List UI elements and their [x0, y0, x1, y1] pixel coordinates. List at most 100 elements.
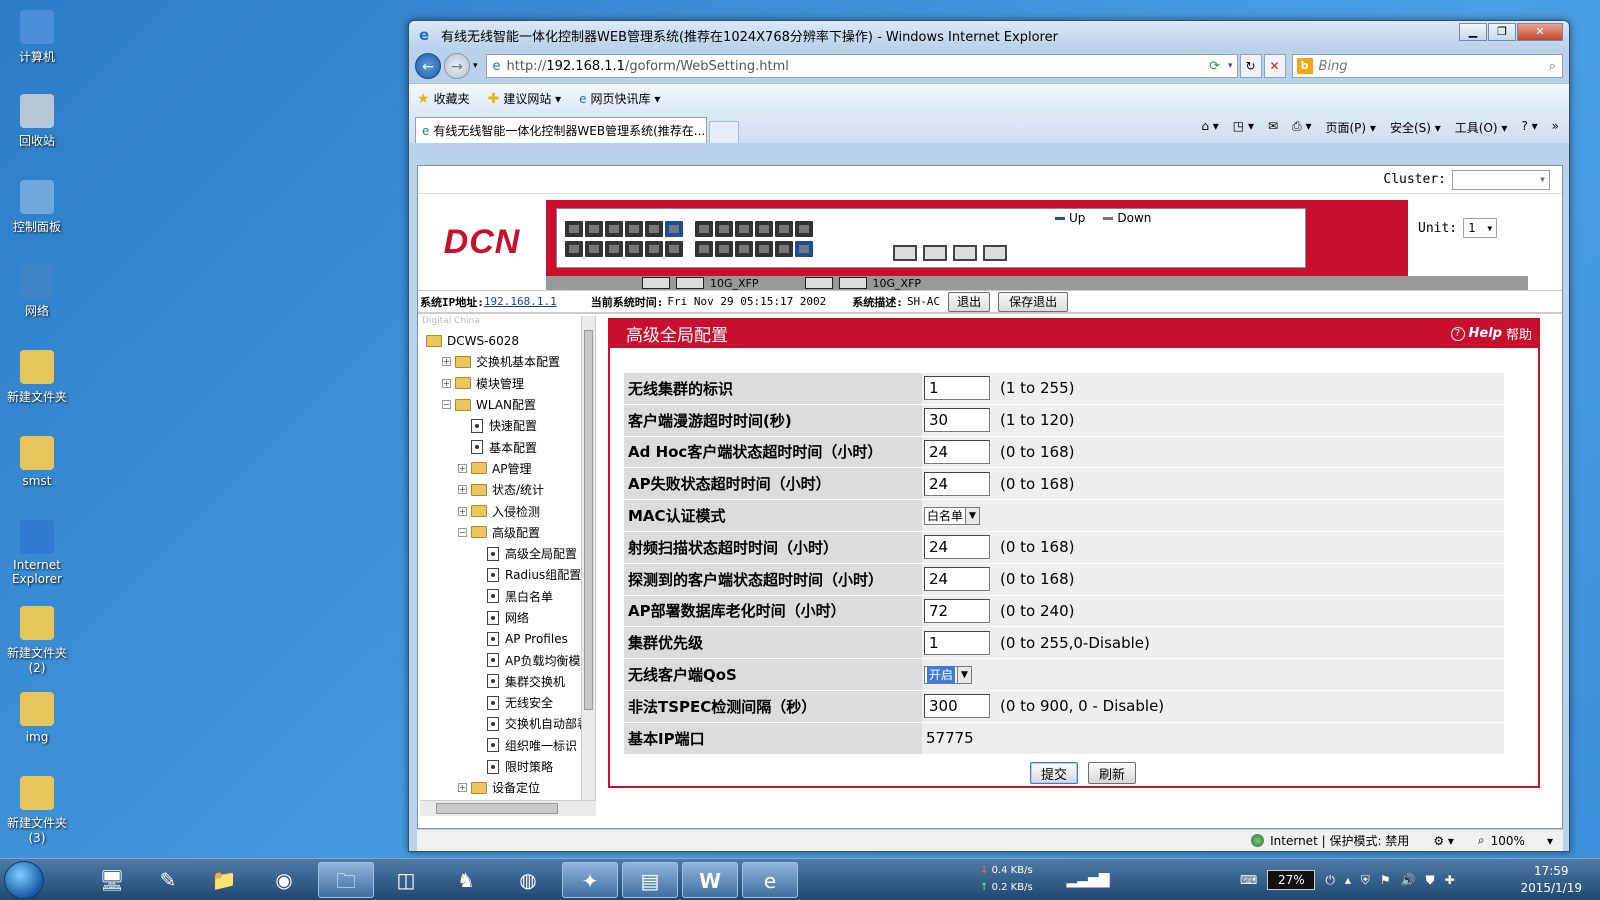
power-icon[interactable]: ⏻: [1325, 873, 1335, 888]
sfp-port[interactable]: [893, 245, 917, 261]
nav-item[interactable]: + 交换机基本配置: [420, 351, 595, 372]
minimize-button[interactable]: ▁: [1459, 23, 1487, 41]
expand-icon[interactable]: +: [458, 463, 467, 473]
feeds-icon[interactable]: ◳ ▾: [1233, 119, 1254, 136]
field-input[interactable]: 24: [924, 439, 990, 464]
expand-icon[interactable]: +: [442, 378, 451, 388]
switch-port[interactable]: [645, 221, 663, 237]
switch-port[interactable]: [645, 241, 663, 257]
switch-port[interactable]: [735, 241, 753, 257]
keyboard-icon[interactable]: ⌨: [1240, 873, 1257, 887]
battery-indicator[interactable]: 27%: [1267, 870, 1316, 890]
page-menu[interactable]: 页面(P) ▾: [1326, 119, 1376, 136]
taskbar-app-explorer[interactable]: 🗀: [318, 862, 374, 898]
collapse-icon[interactable]: −: [458, 527, 467, 537]
nav-item[interactable]: − 高级配置: [420, 522, 595, 543]
nav-item[interactable]: + 设备定位: [420, 777, 595, 798]
nav-item[interactable]: 限时策略: [420, 756, 595, 777]
sfp-port[interactable]: [953, 245, 977, 261]
submit-button[interactable]: 提交: [1030, 762, 1079, 784]
switch-port[interactable]: [605, 221, 623, 237]
close-button[interactable]: ✕: [1517, 23, 1563, 41]
taskbar-app-media[interactable]: ◉: [256, 862, 312, 898]
field-input[interactable]: 24: [924, 567, 990, 592]
nav-item[interactable]: + 入侵检测: [420, 500, 595, 521]
desktop-icon[interactable]: 计算机: [4, 10, 70, 65]
switch-port[interactable]: [715, 241, 733, 257]
nav-item[interactable]: − WLAN配置: [420, 394, 595, 415]
search-icon[interactable]: ⌕: [1549, 59, 1556, 74]
nav-item[interactable]: 网络: [420, 607, 595, 628]
taskbar-app-ie[interactable]: e: [742, 862, 798, 898]
switch-port[interactable]: [665, 221, 683, 237]
taskbar-app-qq[interactable]: ♞: [438, 862, 494, 898]
switch-port[interactable]: [565, 241, 583, 257]
tray-expand-icon[interactable]: ▴: [1345, 873, 1351, 887]
nav-item[interactable]: Radius组配置: [420, 564, 595, 585]
switch-port[interactable]: [755, 241, 773, 257]
suggested-sites[interactable]: ✚ 建议网站 ▾: [488, 90, 562, 107]
switch-port[interactable]: [585, 221, 603, 237]
forward-button[interactable]: →: [444, 53, 470, 79]
expand-icon[interactable]: +: [442, 357, 451, 367]
expand-icon[interactable]: +: [458, 506, 467, 516]
protected-icon[interactable]: ⚙ ▾: [1433, 834, 1454, 848]
taskbar-app-chrome[interactable]: ◍: [500, 862, 556, 898]
address-bar[interactable]: e http://192.168.1.1/goform/WebSetting.h…: [485, 54, 1238, 78]
overflow-icon[interactable]: »: [1552, 119, 1559, 136]
taskbar-app-window[interactable]: ▤: [622, 862, 678, 898]
desktop-icon[interactable]: 新建文件夹: [4, 350, 70, 405]
flag-icon[interactable]: ⚑: [1380, 873, 1391, 887]
xfp-port[interactable]: [838, 277, 867, 289]
switch-port[interactable]: [605, 241, 623, 257]
nav-item[interactable]: 组织唯一标识: [420, 735, 595, 756]
xfp-port[interactable]: [642, 277, 670, 289]
switch-port[interactable]: [795, 241, 813, 257]
switch-port[interactable]: [625, 221, 643, 237]
save-logout-button[interactable]: 保存退出: [998, 291, 1069, 312]
compat-icon[interactable]: ⟳: [1209, 59, 1220, 74]
desktop-icon[interactable]: 新建文件夹 (2): [4, 606, 70, 675]
switch-port[interactable]: [795, 221, 813, 237]
desktop-icon[interactable]: 回收站: [4, 94, 70, 149]
nav-item[interactable]: + AP管理: [420, 458, 595, 479]
switch-port[interactable]: [775, 241, 793, 257]
nav-item[interactable]: 快速配置: [420, 415, 595, 436]
nav-item[interactable]: 黑白名单: [420, 586, 595, 607]
scroll-thumb[interactable]: [584, 330, 593, 710]
taskbar-app-tool[interactable]: ✎: [140, 862, 196, 898]
refresh-button[interactable]: 刷新: [1088, 762, 1137, 784]
taskbar-app-dragonfly[interactable]: ✦: [562, 862, 618, 898]
favorites-button[interactable]: ★ 收藏夹: [417, 90, 470, 107]
desktop-icon[interactable]: 网络: [4, 264, 70, 319]
volume-icon[interactable]: 🔊: [1401, 873, 1416, 887]
ip-link[interactable]: 192.168.1.1: [484, 295, 557, 308]
clock[interactable]: 17:59 2015/1/19: [1520, 863, 1582, 897]
stop-icon[interactable]: ✕: [1263, 54, 1286, 78]
cluster-select[interactable]: ▼: [1452, 169, 1550, 190]
field-select[interactable]: 开启 ▼: [924, 665, 973, 684]
desktop-icon[interactable]: 新建文件夹 (3): [4, 776, 70, 845]
mail-icon[interactable]: ✉: [1268, 119, 1278, 136]
field-input[interactable]: 24: [924, 471, 990, 496]
nav-item[interactable]: + 模块管理: [420, 373, 595, 394]
nav-item[interactable]: 无线安全: [420, 692, 595, 713]
sfp-port[interactable]: [923, 245, 947, 261]
nav-item[interactable]: 交换机自动部署: [420, 713, 595, 734]
logout-button[interactable]: 退出: [948, 291, 991, 312]
security-icon[interactable]: ✚: [1445, 873, 1455, 887]
unit-select[interactable]: 1 ▼: [1463, 218, 1498, 238]
desktop-icon[interactable]: Internet Explorer: [4, 520, 70, 586]
expand-icon[interactable]: +: [458, 783, 467, 793]
network-tray-icon[interactable]: ⛨: [1361, 873, 1370, 888]
taskbar-app-folder[interactable]: 📁: [196, 862, 252, 898]
field-select[interactable]: 白名单 ▼: [924, 506, 981, 525]
print-icon[interactable]: ⎙ ▾: [1292, 119, 1311, 136]
switch-port[interactable]: [695, 221, 713, 237]
safety-menu[interactable]: 安全(S) ▾: [1390, 119, 1441, 136]
scroll-thumb[interactable]: [436, 803, 558, 814]
nav-item[interactable]: 集群交换机: [420, 671, 595, 692]
web-slice-gallery[interactable]: e 网页快讯库 ▾: [579, 90, 660, 107]
history-dropdown-icon[interactable]: ▾: [473, 61, 478, 71]
switch-port[interactable]: [755, 221, 773, 237]
